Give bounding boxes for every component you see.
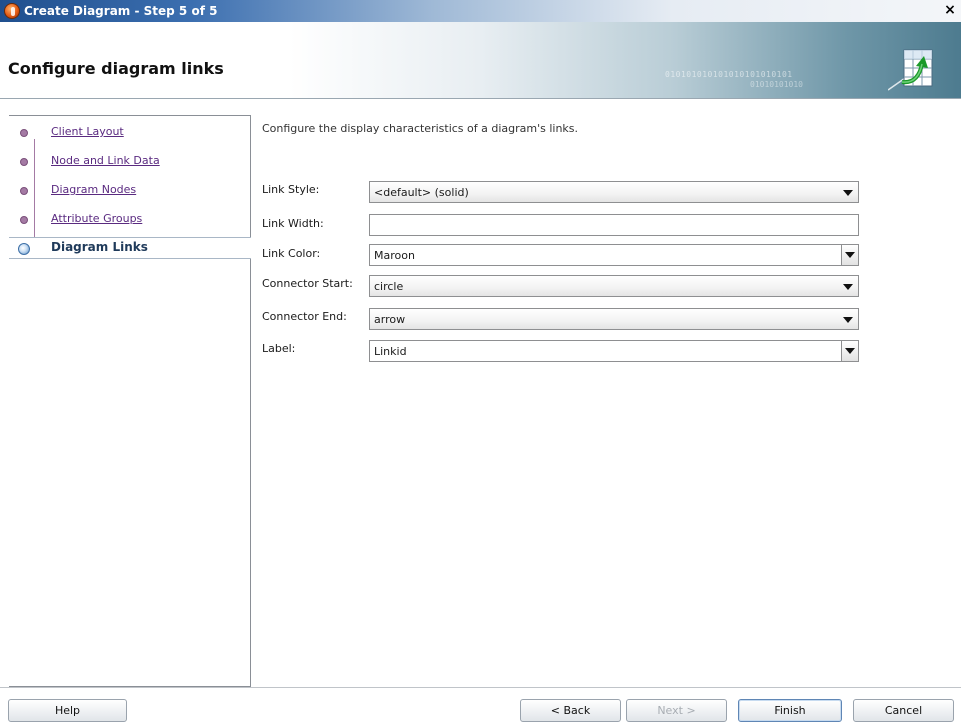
nav-step-label[interactable]: Node and Link Data [51,154,160,167]
link-color-label: Link Color: [262,247,321,260]
connector-start-value: circle [374,280,404,293]
label-label: Label: [262,342,296,355]
nav-step-node-and-link-data[interactable]: Node and Link Data [9,151,251,173]
step-dot-icon [20,216,28,224]
link-color-combo[interactable]: Maroon [369,244,859,266]
page-title: Configure diagram links [8,59,224,78]
nav-step-diagram-links[interactable]: Diagram Links [9,237,251,259]
chevron-down-icon[interactable] [841,341,858,361]
window-title: Create Diagram - Step 5 of 5 [24,4,218,18]
back-button[interactable]: < Back [520,699,621,722]
footer-separator [0,687,961,688]
current-step-icon [18,243,30,255]
link-width-label: Link Width: [262,217,324,230]
wizard-header: Configure diagram links 0101010101010101… [0,22,961,99]
nav-step-label[interactable]: Client Layout [51,125,124,138]
nav-step-attribute-groups[interactable]: Attribute Groups [9,209,251,231]
link-color-value: Maroon [374,249,415,262]
label-combo[interactable]: Linkid [369,340,859,362]
nav-step-label[interactable]: Diagram Nodes [51,183,136,196]
step-dot-icon [20,158,28,166]
connector-start-label: Connector Start: [262,277,353,290]
nav-step-client-layout[interactable]: Client Layout [9,122,251,144]
app-icon [4,3,20,19]
cancel-button[interactable]: Cancel [853,699,954,722]
diagram-wizard-icon [888,49,933,91]
step-dot-icon [20,129,28,137]
step-description: Configure the display characteristics of… [262,122,579,135]
chevron-down-icon[interactable] [843,284,853,290]
help-button[interactable]: Help [8,699,127,722]
close-icon[interactable]: × [941,2,959,19]
chevron-down-icon[interactable] [843,190,853,196]
label-value: Linkid [374,345,407,358]
next-button[interactable]: Next > [626,699,727,722]
nav-step-label-current: Diagram Links [51,240,148,254]
connector-end-label: Connector End: [262,310,347,323]
chevron-down-icon[interactable] [841,245,858,265]
link-width-input[interactable] [369,214,859,236]
connector-end-value: arrow [374,313,406,326]
connector-end-dropdown[interactable]: arrow [369,308,859,330]
chevron-down-icon[interactable] [843,317,853,323]
title-bar: Create Diagram - Step 5 of 5 × [0,0,961,22]
nav-step-label[interactable]: Attribute Groups [51,212,142,225]
link-style-value: <default> (solid) [374,186,469,199]
link-style-label: Link Style: [262,183,320,196]
step-dot-icon [20,187,28,195]
nav-step-diagram-nodes[interactable]: Diagram Nodes [9,180,251,202]
header-binary-decoration: 010101010101010101010101 [665,70,793,79]
link-style-dropdown[interactable]: <default> (solid) [369,181,859,203]
header-binary-decoration-2: 01010101010 [750,80,803,89]
finish-button[interactable]: Finish [738,699,842,722]
connector-start-dropdown[interactable]: circle [369,275,859,297]
